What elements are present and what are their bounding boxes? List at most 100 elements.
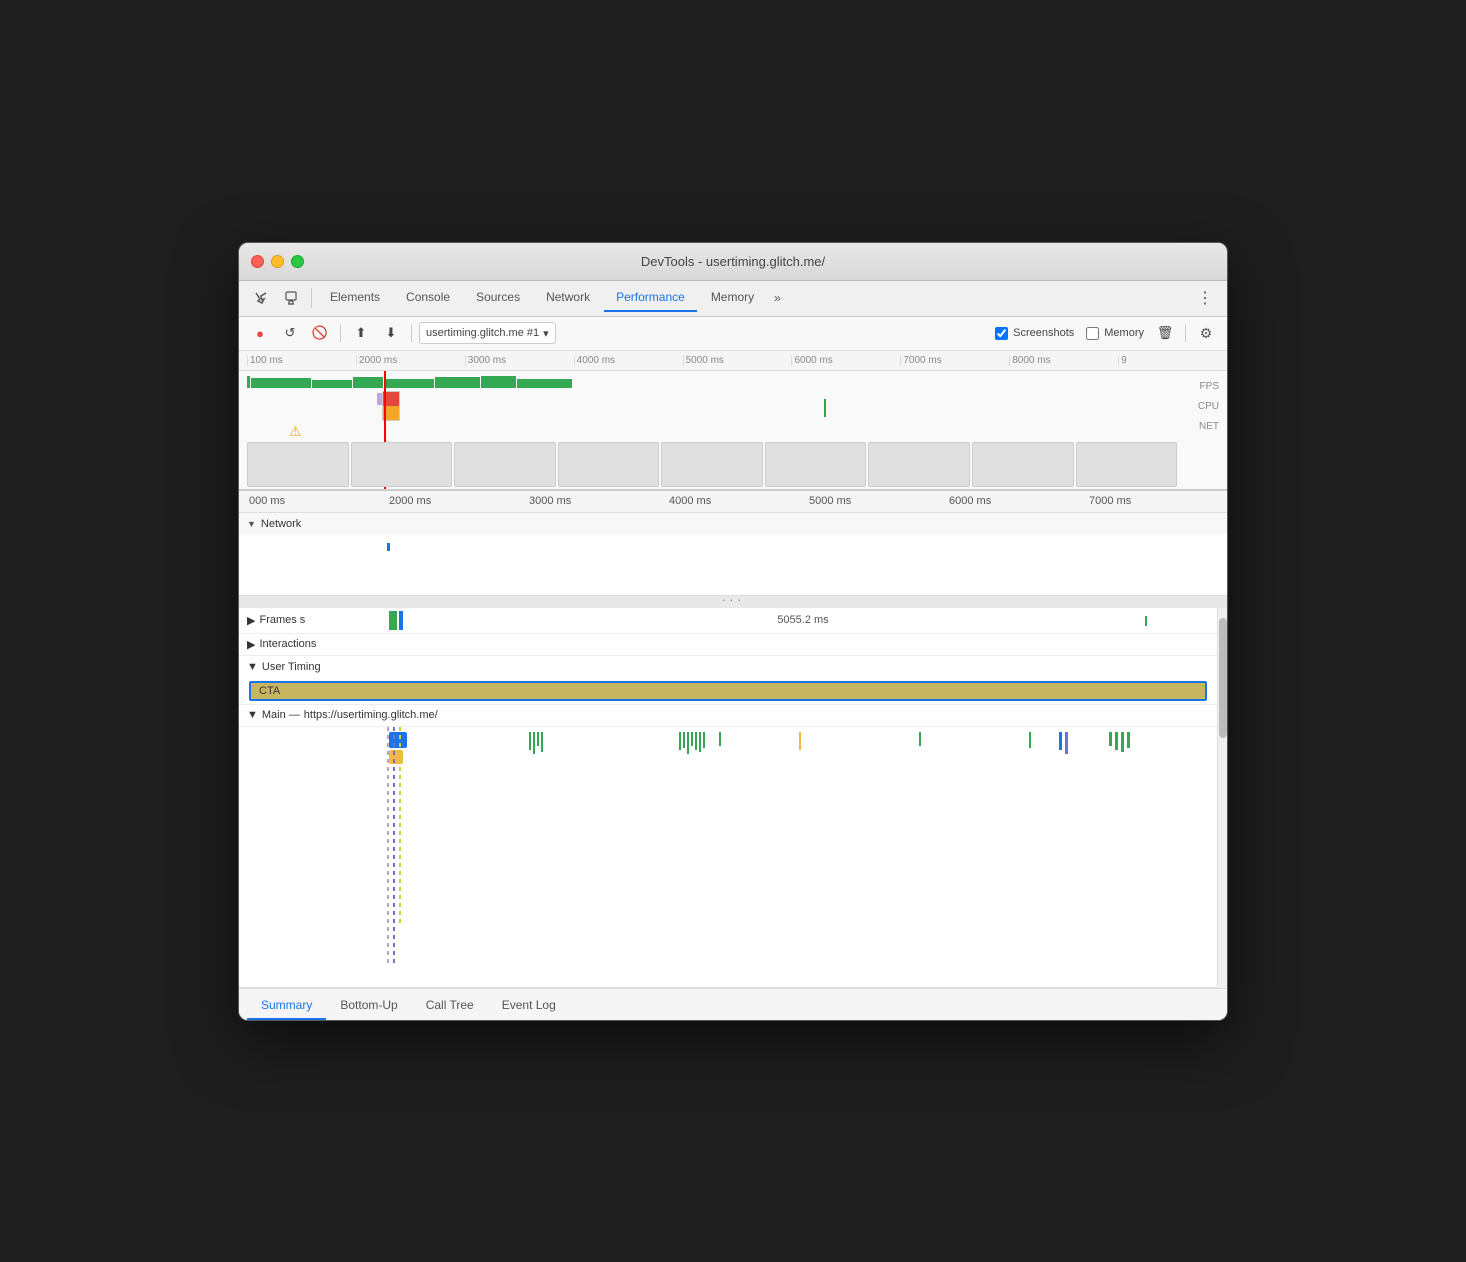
- devtools-window: DevTools - usertiming.glitch.me/ Element…: [238, 242, 1228, 1021]
- tab-memory[interactable]: Memory: [699, 284, 766, 312]
- warning-triangle-icon: ⚠: [289, 423, 302, 440]
- net-label: NET: [1199, 421, 1219, 432]
- clear-button[interactable]: 🚫: [307, 320, 333, 346]
- cpu-label: CPU: [1198, 401, 1219, 412]
- ruler-mark: 9: [1118, 355, 1227, 366]
- toolbar-divider-3: [1185, 324, 1186, 342]
- screenshot-thumb: [454, 442, 556, 487]
- settings-button[interactable]: ⚙: [1193, 320, 1219, 346]
- fullscreen-button[interactable]: [291, 255, 304, 268]
- panel-resize-handle[interactable]: ···: [239, 596, 1227, 608]
- second-ruler-mark: 6000 ms: [947, 495, 1087, 507]
- cta-label: CTA: [259, 685, 280, 697]
- second-ruler-mark: 3000 ms: [527, 495, 667, 507]
- performance-toolbar: ● ↺ 🚫 ⬆ ⬇ usertiming.glitch.me #1 ▾ Scre…: [239, 317, 1227, 351]
- record-button[interactable]: ●: [247, 320, 273, 346]
- task-bar-green: [533, 732, 535, 754]
- task-bar-green: [541, 732, 543, 752]
- network-section-label: Network: [261, 518, 301, 530]
- close-button[interactable]: [251, 255, 264, 268]
- frames-text: Frames s: [259, 614, 305, 626]
- interactions-text: Interactions: [259, 638, 316, 650]
- user-timing-header[interactable]: ▼ User Timing: [239, 656, 1227, 678]
- screenshot-thumb: [972, 442, 1074, 487]
- minimize-button[interactable]: [271, 255, 284, 268]
- tab-bottom-up[interactable]: Bottom-Up: [326, 992, 411, 1020]
- overview-area[interactable]: FPS CPU NET: [239, 371, 1227, 491]
- devtools-nav: Elements Console Sources Network Perform…: [239, 281, 1227, 317]
- overview-timeline: FPS CPU NET: [239, 371, 1227, 489]
- memory-checkbox-label[interactable]: Memory: [1086, 327, 1144, 340]
- fps-label: FPS: [1200, 381, 1219, 392]
- ruler-mark: 4000 ms: [574, 355, 683, 366]
- screenshot-thumb: [868, 442, 970, 487]
- user-timing-content: CTA: [239, 678, 1227, 704]
- window-title: DevTools - usertiming.glitch.me/: [641, 254, 825, 269]
- tab-call-tree[interactable]: Call Tree: [412, 992, 488, 1020]
- ruler-mark: 2000 ms: [356, 355, 465, 366]
- second-ruler-marks: 000 ms 2000 ms 3000 ms 4000 ms 5000 ms 6…: [247, 495, 1227, 507]
- second-ruler-mark: 7000 ms: [1087, 495, 1227, 507]
- download-button[interactable]: ⬇: [378, 320, 404, 346]
- scrollbar-thumb[interactable]: [1219, 618, 1227, 738]
- tab-elements[interactable]: Elements: [318, 284, 392, 312]
- profile-select[interactable]: usertiming.glitch.me #1 ▾: [419, 322, 556, 344]
- main-thread-label: ▼ Main — https://usertiming.glitch.me/: [247, 709, 438, 721]
- screenshot-thumb: [661, 442, 763, 487]
- frames-triangle-icon: ▶: [247, 614, 255, 627]
- user-timing-label: ▼ User Timing: [247, 661, 387, 673]
- ruler-mark: 5000 ms: [683, 355, 792, 366]
- kebab-menu-button[interactable]: ⋮: [1191, 284, 1219, 312]
- main-thread-section: ▼ Main — https://usertiming.glitch.me/: [239, 705, 1227, 988]
- tab-event-log[interactable]: Event Log: [488, 992, 570, 1020]
- toolbar-divider-2: [411, 324, 412, 342]
- frame-green-bar: [389, 611, 397, 630]
- frames-label[interactable]: ▶ Frames s: [239, 614, 379, 627]
- second-ruler-mark: 4000 ms: [667, 495, 807, 507]
- frame-duration: 5055.2 ms: [777, 614, 828, 626]
- network-section-content: [239, 535, 1227, 595]
- tab-network[interactable]: Network: [534, 284, 602, 312]
- screenshots-checkbox-label[interactable]: Screenshots: [995, 327, 1074, 340]
- tab-performance[interactable]: Performance: [604, 284, 697, 312]
- interactions-row: ▶ Interactions: [239, 634, 1227, 656]
- screenshot-strip: [247, 442, 1177, 487]
- inspector-icon[interactable]: [247, 284, 275, 312]
- reload-button[interactable]: ↺: [277, 320, 303, 346]
- tab-console[interactable]: Console: [394, 284, 462, 312]
- ruler-mark: 3000 ms: [465, 355, 574, 366]
- green-time-marker: [824, 399, 826, 417]
- interactions-label[interactable]: ▶ Interactions: [239, 638, 379, 651]
- screenshots-checkbox[interactable]: [995, 327, 1008, 340]
- screenshot-thumb: [1076, 442, 1178, 487]
- more-tabs-button[interactable]: »: [768, 287, 787, 309]
- ruler-mark: 100 ms: [247, 355, 356, 366]
- interactions-triangle-icon: ▶: [247, 638, 255, 651]
- main-thread-content: [239, 727, 1227, 987]
- tab-summary[interactable]: Summary: [247, 992, 326, 1020]
- main-thread-url: https://usertiming.glitch.me/: [304, 709, 438, 721]
- toolbar-divider-1: [340, 324, 341, 342]
- task-bar-blue: [389, 732, 407, 748]
- second-ruler-mark: 5000 ms: [807, 495, 947, 507]
- cta-bar[interactable]: CTA: [249, 681, 1207, 701]
- scrollbar-track: [1217, 608, 1227, 988]
- screenshot-thumb: [247, 442, 349, 487]
- title-bar: DevTools - usertiming.glitch.me/: [239, 243, 1227, 281]
- upload-button[interactable]: ⬆: [348, 320, 374, 346]
- detail-area: ▼ Network ··· ▶ Frames s 5055.2 ms: [239, 513, 1227, 1020]
- ruler-marks-top: 100 ms 2000 ms 3000 ms 4000 ms 5000 ms 6…: [247, 355, 1227, 366]
- ruler-mark: 7000 ms: [900, 355, 1009, 366]
- frame-marker: [1145, 616, 1147, 626]
- main-thread-header[interactable]: ▼ Main — https://usertiming.glitch.me/: [239, 705, 1227, 727]
- frames-content: 5055.2 ms: [379, 608, 1227, 633]
- memory-checkbox[interactable]: [1086, 327, 1099, 340]
- second-ruler-mark: 2000 ms: [387, 495, 527, 507]
- network-section-header[interactable]: ▼ Network: [239, 513, 1227, 535]
- task-bar-green: [529, 732, 531, 750]
- bottom-panel: ▶ Frames s 5055.2 ms ▶ Interactions: [239, 608, 1227, 988]
- delete-recording-button[interactable]: 🗑: [1152, 320, 1178, 346]
- device-icon[interactable]: [277, 284, 305, 312]
- tab-sources[interactable]: Sources: [464, 284, 532, 312]
- screenshot-thumb: [351, 442, 453, 487]
